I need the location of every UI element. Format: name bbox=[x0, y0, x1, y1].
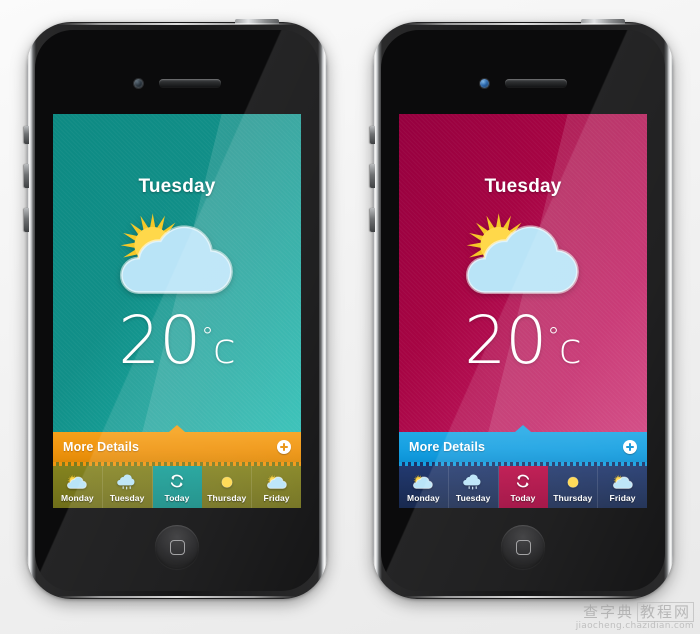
silent-switch[interactable] bbox=[370, 126, 375, 144]
day-cell-today[interactable]: Today bbox=[498, 466, 549, 508]
day-forecast-strip: Monday Tuesday Today Thursday Friday bbox=[53, 466, 301, 508]
volume-down-button[interactable] bbox=[370, 208, 375, 232]
phone-rim-top bbox=[403, 23, 643, 25]
temperature-unit: c bbox=[212, 324, 236, 373]
day-cell-today[interactable]: Today bbox=[152, 466, 203, 508]
weather-hero-panel: Tuesday 20°c bbox=[399, 114, 647, 432]
day-cell-friday[interactable]: Friday bbox=[598, 466, 647, 508]
bar-notch-arrow-icon bbox=[515, 425, 531, 432]
temperature-value: 20 bbox=[464, 302, 547, 379]
sensor-row bbox=[381, 77, 665, 89]
day-cell-friday[interactable]: Friday bbox=[252, 466, 301, 508]
day-cell-thursday[interactable]: Thursday bbox=[202, 466, 253, 508]
sun-behind-cloud-icon bbox=[53, 204, 301, 300]
phone-screen: Tuesday 20°c More Details Monday Tuesday… bbox=[399, 114, 647, 508]
volume-up-button[interactable] bbox=[24, 164, 29, 188]
day-cell-label: Tuesday bbox=[455, 492, 491, 503]
crimson-theme-phone: Tuesday 20°c More Details Monday Tuesday… bbox=[370, 19, 673, 599]
rounded-square-icon bbox=[515, 539, 531, 555]
day-cell-tuesday[interactable]: Tuesday bbox=[449, 466, 499, 508]
sun-behind-cloud-icon bbox=[412, 472, 434, 492]
plus-circle-icon[interactable] bbox=[623, 440, 637, 454]
plus-circle-icon[interactable] bbox=[277, 440, 291, 454]
watermark-cn-text: 查字典 bbox=[582, 603, 634, 621]
phone-front-face: Tuesday 20°c More Details Monday Tuesday… bbox=[35, 30, 319, 591]
day-cell-label: Monday bbox=[61, 492, 94, 503]
refresh-icon bbox=[512, 472, 534, 492]
volume-down-button[interactable] bbox=[24, 208, 29, 232]
rain-cloud-icon bbox=[462, 472, 484, 492]
earpiece-speaker-icon bbox=[504, 79, 567, 87]
home-button[interactable] bbox=[155, 525, 199, 569]
degree-symbol: ° bbox=[547, 321, 560, 351]
volume-up-button[interactable] bbox=[370, 164, 375, 188]
earpiece-speaker-icon bbox=[158, 79, 221, 87]
front-camera-icon bbox=[479, 78, 489, 88]
more-details-label: More Details bbox=[63, 440, 140, 454]
phone-rim-bottom bbox=[403, 596, 643, 598]
day-cell-label: Friday bbox=[609, 492, 636, 503]
temperature-value: 20 bbox=[118, 302, 201, 379]
sun-icon bbox=[216, 472, 238, 492]
phone-screen: Tuesday 20°c More Details Monday Tuesday… bbox=[53, 114, 301, 508]
phone-rim-bottom bbox=[57, 596, 297, 598]
more-details-bar[interactable]: More Details bbox=[53, 425, 301, 462]
site-watermark: 查字典 教程网 jiaocheng.chazidian.com bbox=[576, 601, 694, 631]
day-cell-label: Monday bbox=[407, 492, 440, 503]
teal-theme-phone: Tuesday 20°c More Details Monday Tuesday… bbox=[24, 19, 327, 599]
day-cell-thursday[interactable]: Thursday bbox=[548, 466, 599, 508]
home-button[interactable] bbox=[501, 525, 545, 569]
silent-switch[interactable] bbox=[24, 126, 29, 144]
day-cell-label: Tuesday bbox=[109, 492, 145, 503]
weather-hero-panel: Tuesday 20°c bbox=[53, 114, 301, 432]
sun-icon bbox=[562, 472, 584, 492]
page-title: Tuesday bbox=[484, 176, 562, 197]
more-details-bar[interactable]: More Details bbox=[399, 425, 647, 462]
temperature-readout: 20°c bbox=[53, 308, 301, 374]
sensor-row bbox=[35, 77, 319, 89]
watermark-chinese: 查字典 教程网 bbox=[576, 601, 694, 622]
rain-cloud-icon bbox=[116, 472, 138, 492]
temperature-unit: c bbox=[558, 324, 582, 373]
day-cell-monday[interactable]: Monday bbox=[399, 466, 449, 508]
phone-mockup-stage: Tuesday 20°c More Details Monday Tuesday… bbox=[0, 0, 700, 634]
page-title: Tuesday bbox=[138, 176, 216, 197]
rounded-square-icon bbox=[169, 539, 185, 555]
day-cell-monday[interactable]: Monday bbox=[53, 466, 103, 508]
watermark-cn-boxed: 教程网 bbox=[636, 602, 694, 622]
day-cell-label: Today bbox=[164, 492, 190, 503]
degree-symbol: ° bbox=[201, 321, 214, 351]
bar-notch-arrow-icon bbox=[169, 425, 185, 432]
day-forecast-strip: Monday Tuesday Today Thursday Friday bbox=[399, 466, 647, 508]
phone-rim-top bbox=[57, 23, 297, 25]
sun-behind-cloud-icon bbox=[399, 204, 647, 300]
refresh-icon bbox=[166, 472, 188, 492]
temperature-readout: 20°c bbox=[399, 308, 647, 374]
phone-front-face: Tuesday 20°c More Details Monday Tuesday… bbox=[381, 30, 665, 591]
watermark-url: jiaocheng.chazidian.com bbox=[575, 621, 694, 631]
front-camera-icon bbox=[133, 78, 143, 88]
day-cell-label: Today bbox=[510, 492, 536, 503]
day-cell-label: Friday bbox=[263, 492, 290, 503]
day-cell-label: Thursday bbox=[553, 492, 593, 503]
day-cell-label: Thursday bbox=[207, 492, 247, 503]
sun-behind-cloud-icon bbox=[266, 472, 288, 492]
sun-behind-cloud-icon bbox=[612, 472, 634, 492]
day-cell-tuesday[interactable]: Tuesday bbox=[103, 466, 153, 508]
more-details-label: More Details bbox=[409, 440, 486, 454]
sun-behind-cloud-icon bbox=[66, 472, 88, 492]
